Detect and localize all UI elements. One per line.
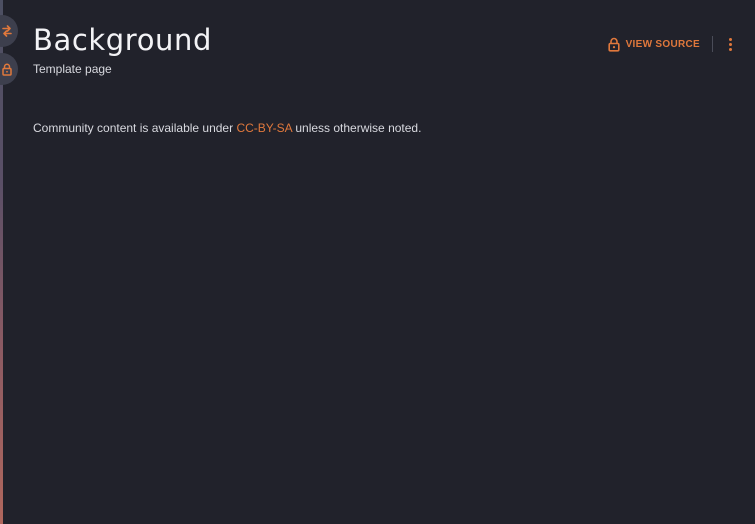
view-source-label: VIEW SOURCE (625, 38, 700, 50)
license-link[interactable]: CC-BY-SA (236, 121, 292, 135)
lock-icon (607, 37, 620, 52)
more-dot (728, 42, 732, 46)
more-vertical-icon[interactable] (727, 37, 733, 52)
license-prefix: Community content is available under (33, 121, 237, 135)
more-dot (728, 37, 732, 41)
view-source-button[interactable]: VIEW SOURCE (607, 37, 700, 52)
side-rail-button-exchange[interactable] (0, 15, 18, 47)
more-dot (728, 47, 732, 51)
side-rail-button-lock[interactable] (0, 53, 18, 85)
license-notice: Community content is available under CC-… (33, 120, 421, 136)
page-actions: VIEW SOURCE (607, 34, 733, 54)
page-title: Background (33, 23, 213, 57)
page-subtitle: Template page (33, 62, 112, 76)
license-suffix: unless otherwise noted. (292, 121, 422, 135)
exchange-icon (2, 25, 12, 37)
lock-icon (2, 63, 12, 76)
actions-divider (712, 36, 713, 52)
